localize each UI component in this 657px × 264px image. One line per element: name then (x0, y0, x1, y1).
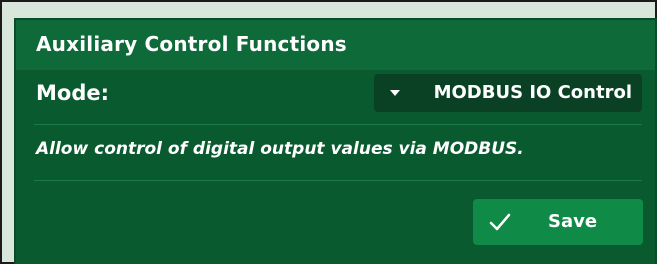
divider (34, 180, 642, 181)
mode-select[interactable]: MODBUS IO Control (374, 74, 642, 112)
save-button[interactable]: Save (473, 199, 643, 245)
window-frame: Auxiliary Control Functions Mode: MODBUS… (0, 0, 657, 264)
panel-header: Auxiliary Control Functions (16, 20, 655, 70)
divider (34, 124, 642, 125)
chevron-down-icon (390, 90, 400, 96)
mode-description: Allow control of digital output values v… (36, 139, 524, 159)
check-icon (489, 213, 511, 231)
mode-select-value: MODBUS IO Control (433, 82, 632, 103)
auxiliary-control-panel: Auxiliary Control Functions Mode: MODBUS… (16, 20, 655, 264)
mode-label: Mode: (36, 81, 109, 105)
save-button-label: Save (548, 211, 598, 232)
panel-title: Auxiliary Control Functions (36, 32, 347, 56)
